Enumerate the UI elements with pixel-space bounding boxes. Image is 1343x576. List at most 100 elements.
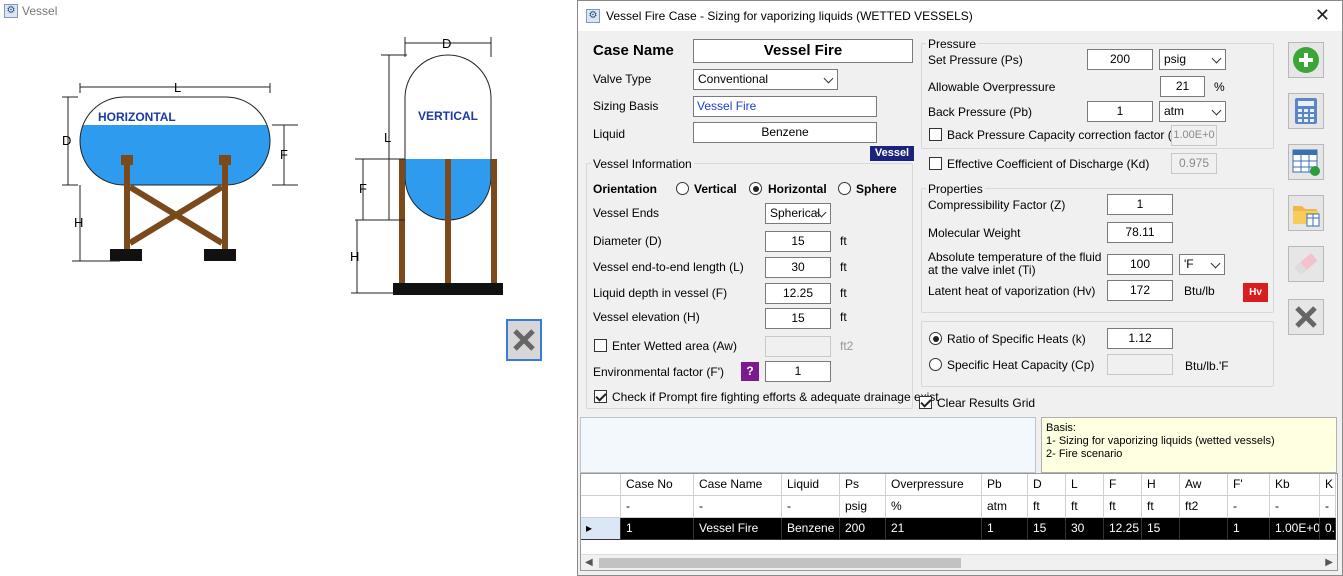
radio-horizontal[interactable]: [749, 182, 762, 195]
notes-area[interactable]: [580, 417, 1036, 473]
table-row[interactable]: ▸ 1 Vessel Fire Benzene 200 21 1 15 30 1…: [581, 518, 1337, 540]
grid-cell[interactable]: 12.25: [1104, 518, 1142, 540]
grid-cell[interactable]: 1: [1228, 518, 1270, 540]
valve-type-select[interactable]: Conventional: [693, 69, 838, 90]
prompt-fire-checkbox[interactable]: [594, 390, 607, 403]
help-button[interactable]: ?: [741, 362, 759, 381]
table-gear-icon: [1292, 149, 1320, 176]
radio-sphere[interactable]: [838, 182, 851, 195]
horizontal-vessel-diagram: HORIZONTAL L D F H: [62, 80, 298, 262]
grid-header-cell[interactable]: F': [1228, 474, 1270, 496]
grid-cell[interactable]: 15: [1028, 518, 1066, 540]
diameter-input[interactable]: 15: [765, 231, 831, 252]
open-folder-button[interactable]: [1288, 195, 1324, 231]
case-name-input[interactable]: Vessel Fire: [693, 39, 913, 63]
set-pressure-unit-select[interactable]: psig: [1159, 49, 1226, 70]
clear-results-checkbox[interactable]: [919, 396, 932, 409]
z-input[interactable]: 1: [1107, 194, 1173, 215]
basis-line-3: 2- Fire scenario: [1046, 448, 1123, 460]
radio-vertical[interactable]: [676, 182, 689, 195]
wetted-area-checkbox[interactable]: [594, 339, 607, 352]
grid-header-cell[interactable]: Ps: [840, 474, 886, 496]
dialog-titlebar: ⚙ Vessel Fire Case - Sizing for vaporizi…: [578, 1, 1342, 31]
scroll-right-icon[interactable]: ▶: [1325, 557, 1333, 568]
hv-button[interactable]: Hv: [1243, 283, 1268, 302]
overpressure-unit: %: [1214, 80, 1225, 94]
liquid-input[interactable]: Benzene: [693, 122, 877, 143]
grid-header-cell[interactable]: Pb: [982, 474, 1028, 496]
results-grid[interactable]: Case No Case Name Liquid Ps Overpressure…: [580, 473, 1338, 571]
length-input[interactable]: 30: [765, 257, 831, 278]
grid-cell[interactable]: [1180, 518, 1228, 540]
dialog-close-icon[interactable]: ✕: [1315, 6, 1330, 24]
grid-horizontal-scrollbar[interactable]: ◀ ▶: [581, 554, 1337, 570]
grid-header-cell[interactable]: Case Name: [694, 474, 782, 496]
hv-input[interactable]: 172: [1107, 280, 1173, 301]
scrollbar-thumb[interactable]: [599, 558, 961, 568]
radio-horizontal-label: Horizontal: [768, 182, 827, 196]
grid-header-cell[interactable]: Aw: [1180, 474, 1228, 496]
grid-header-cell[interactable]: Overpressure: [886, 474, 982, 496]
env-factor-label: Environmental factor (F'): [593, 365, 724, 379]
grid-header-cell[interactable]: F: [1104, 474, 1142, 496]
kb-checkbox[interactable]: [929, 128, 942, 141]
grid-header-cell[interactable]: D: [1028, 474, 1066, 496]
add-case-button[interactable]: [1288, 42, 1324, 78]
grid-header-cell[interactable]: Case No: [621, 474, 694, 496]
grid-cell[interactable]: 30: [1066, 518, 1104, 540]
radio-k[interactable]: [929, 332, 942, 345]
grid-unit-cell: -: [1270, 496, 1320, 518]
back-pressure-input[interactable]: 1: [1087, 101, 1153, 122]
vertical-label: VERTICAL: [418, 109, 478, 123]
grid-header-cell[interactable]: Kb: [1270, 474, 1320, 496]
cp-input[interactable]: [1107, 354, 1173, 375]
grid-cell[interactable]: 1: [621, 518, 694, 540]
vessel-ends-select[interactable]: Spherical: [765, 203, 831, 224]
temp-unit-select[interactable]: 'F: [1179, 254, 1225, 275]
mw-input[interactable]: 78.11: [1107, 222, 1173, 243]
liquid-depth-input[interactable]: 12.25: [765, 283, 831, 304]
vessel-badge-button[interactable]: Vessel: [870, 146, 914, 161]
kb-input[interactable]: 1.00E+0: [1171, 125, 1217, 146]
grid-cell[interactable]: Benzene: [782, 518, 840, 540]
grid-header-cell[interactable]: Liquid: [782, 474, 840, 496]
properties-title: Properties: [926, 182, 985, 196]
grid-cell[interactable]: 200: [840, 518, 886, 540]
grid-cell[interactable]: 0.9: [1320, 518, 1336, 540]
folder-icon: [1293, 206, 1320, 227]
overpressure-input[interactable]: 21: [1160, 76, 1205, 97]
grid-cell[interactable]: 1: [982, 518, 1028, 540]
eraser-button[interactable]: [1288, 246, 1324, 282]
grid-cell[interactable]: 1.00E+00: [1270, 518, 1320, 540]
basis-line-1: Basis:: [1046, 422, 1076, 434]
sizing-basis-input[interactable]: Vessel Fire: [693, 96, 877, 117]
calculate-button[interactable]: [1288, 93, 1324, 129]
back-pressure-unit-select[interactable]: atm: [1159, 101, 1226, 122]
row-selector[interactable]: ▸: [581, 518, 621, 540]
grid-header-cell[interactable]: L: [1066, 474, 1104, 496]
env-factor-input[interactable]: 1: [765, 361, 831, 382]
grid-cell[interactable]: 15: [1142, 518, 1180, 540]
temp-input[interactable]: 100: [1107, 254, 1173, 275]
delete-button[interactable]: [1288, 299, 1324, 335]
elevation-input[interactable]: 15: [765, 308, 831, 329]
set-pressure-input[interactable]: 200: [1087, 49, 1153, 70]
radio-cp[interactable]: [929, 358, 942, 371]
vertical-dim-h: H: [350, 249, 359, 264]
k-input[interactable]: 1.12: [1107, 328, 1173, 349]
dialog-app-icon: ⚙: [586, 9, 600, 23]
table-settings-button[interactable]: [1288, 144, 1324, 180]
grid-header-cell[interactable]: H: [1142, 474, 1180, 496]
scroll-left-icon[interactable]: ◀: [585, 557, 593, 568]
horizontal-dim-f: F: [280, 147, 288, 162]
wetted-area-input[interactable]: [765, 336, 831, 357]
kd-input[interactable]: 0.975: [1171, 153, 1217, 174]
close-icon: [1295, 306, 1317, 328]
grid-header-cell: [581, 474, 621, 496]
grid-header-cell[interactable]: K: [1320, 474, 1336, 496]
grid-cell[interactable]: Vessel Fire: [694, 518, 782, 540]
grid-cell[interactable]: 21: [886, 518, 982, 540]
vertical-vessel-diagram: VERTICAL D L F H: [350, 36, 503, 295]
kd-checkbox[interactable]: [929, 157, 942, 170]
diagram-close-button[interactable]: [506, 319, 542, 361]
